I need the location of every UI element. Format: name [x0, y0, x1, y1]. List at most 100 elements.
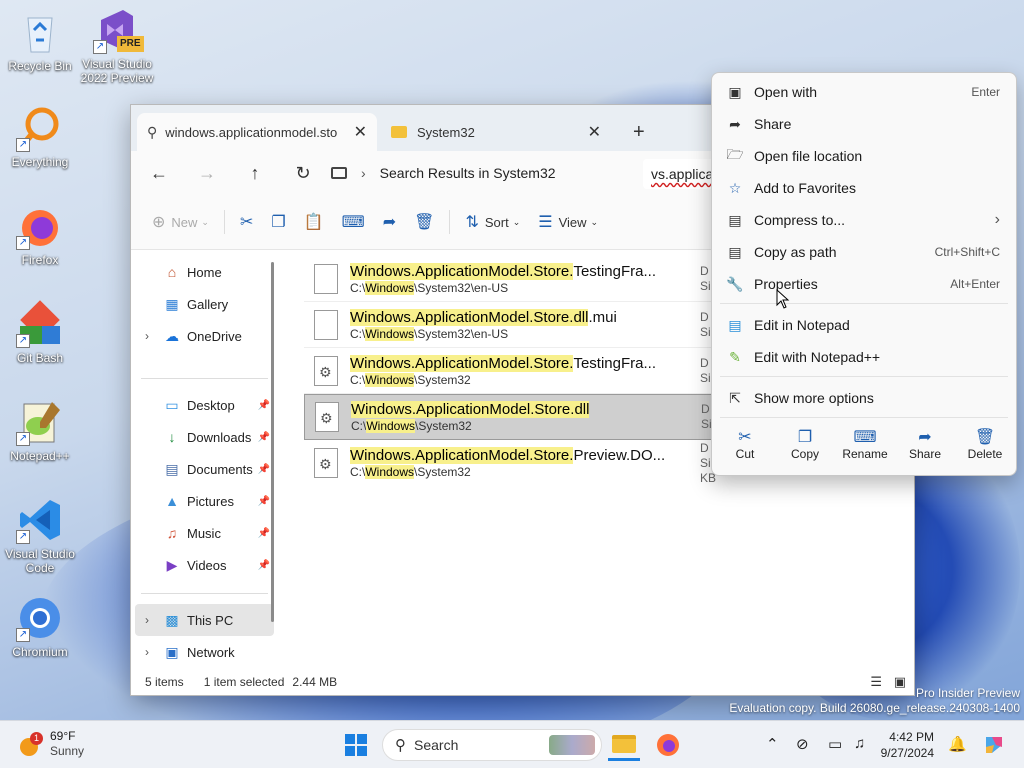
menu-item-show-more-options[interactable]: ⇱ Show more options [712, 382, 1016, 414]
quick-action-delete[interactable]: 🗑 Delete [955, 427, 1015, 461]
arrow-up-icon: ↑ [250, 162, 260, 183]
nav-downloads[interactable]: ↓ Downloads 📌 [131, 421, 278, 453]
nav-this-pc[interactable]: › ▩ This PC [135, 604, 274, 636]
menu-item-open-with[interactable]: ▣ Open with Enter [712, 76, 1016, 108]
menu-separator [720, 417, 1008, 418]
nav-onedrive[interactable]: › ☁ OneDrive [131, 320, 278, 352]
video-icon: ▶ [166, 557, 178, 573]
quick-action-rename[interactable]: ⌨ Rename [835, 427, 895, 461]
chevron-down-icon: ⌄ [590, 216, 599, 227]
pin-icon[interactable]: 📌 [258, 464, 270, 475]
desktop-icon-vscode[interactable]: ↗ Visual Studio Code [2, 496, 78, 575]
notification-bell-icon[interactable]: 🔔 [948, 735, 967, 753]
cloud-icon: ☁ [165, 328, 179, 344]
menu-item-properties[interactable]: 🔧 Properties Alt+Enter [712, 268, 1016, 300]
taskbar-search[interactable]: ⚲ Search [382, 729, 602, 761]
breadcrumb[interactable]: › Search Results in System32 [331, 165, 556, 181]
pin-icon[interactable]: 📌 [258, 432, 270, 443]
taskbar-file-explorer[interactable] [608, 729, 640, 761]
nav-pictures[interactable]: ▲ Pictures 📌 [131, 485, 278, 517]
copilot-button[interactable] [978, 729, 1010, 761]
display-icon[interactable]: ▭ [828, 735, 842, 753]
desktop-icon-visual-studio[interactable]: PRE ↗ Visual Studio 2022 Preview [79, 6, 155, 85]
desktop-icon-recycle-bin[interactable]: Recycle Bin [2, 8, 78, 73]
file-path: C:\Windows\System32\en-US [350, 326, 509, 341]
file-row[interactable]: Windows.ApplicationModel.Store.dll.mui C… [304, 302, 754, 348]
paste-button[interactable]: 📋 [295, 206, 333, 238]
menu-item-open-file-location[interactable]: 🗁 Open file location [712, 140, 1016, 172]
nav-network[interactable]: › ▣ Network [131, 636, 278, 668]
taskbar-firefox[interactable] [652, 729, 684, 761]
tab-search-results[interactable]: ⚲ windows.applicationmodel.sto ✕ [137, 113, 377, 151]
menu-item-edit-in-notepad[interactable]: ▤ Edit in Notepad [712, 309, 1016, 341]
desktop-icon-chromium[interactable]: ↗ Chromium [2, 594, 78, 659]
cut-button[interactable]: ✂ [231, 206, 262, 238]
menu-item-add-to-favorites[interactable]: ☆ Add to Favorites [712, 172, 1016, 204]
desktop-icon-git-bash[interactable]: ↗ Git Bash [2, 300, 78, 365]
copy-button[interactable]: ❐ [262, 206, 294, 238]
file-icon [314, 263, 338, 294]
quick-action-copy[interactable]: ❐ Copy [775, 427, 835, 461]
menu-item-compress-to[interactable]: ▤ Compress to... › [712, 204, 1016, 236]
new-tab-button[interactable]: + [623, 113, 663, 151]
view-list-icon: ☰ [538, 214, 553, 231]
quick-action-cut[interactable]: ✂ Cut [715, 427, 775, 461]
refresh-icon: ↻ [295, 162, 311, 183]
delete-button[interactable]: 🗑 [405, 206, 443, 238]
nav-home[interactable]: ⌂ Home [131, 256, 278, 288]
back-button[interactable]: ← [141, 157, 177, 189]
chevron-right-icon: › [145, 613, 149, 627]
notepad-icon: ▤ [728, 316, 742, 333]
desktop-icon-everything[interactable]: ↗ Everything [2, 104, 78, 169]
nav-gallery[interactable]: ▦ Gallery [131, 288, 278, 320]
nav-documents[interactable]: ▤ Documents 📌 [131, 453, 278, 485]
new-button[interactable]: ⊕ New ⌄ [143, 206, 218, 238]
search-icon: ⚲ [147, 123, 158, 140]
details-view-icon[interactable]: ☰ [870, 674, 882, 689]
clock[interactable]: 4:42 PM 9/27/2024 [872, 729, 934, 761]
desktop-icon-firefox[interactable]: ↗ Firefox [2, 202, 78, 267]
menu-item-copy-as-path[interactable]: ▤ Copy as path Ctrl+Shift+C [712, 236, 1016, 268]
windows-logo-icon [345, 734, 367, 756]
quick-action-share[interactable]: ➦ Share [895, 427, 955, 461]
nav-scrollbar[interactable] [271, 262, 274, 622]
menu-item-share[interactable]: ➦ Share [712, 108, 1016, 140]
pin-icon[interactable]: 📌 [258, 400, 270, 411]
file-path: C:\Windows\System32 [351, 419, 472, 433]
refresh-button[interactable]: ↻ [285, 157, 321, 189]
cut-icon: ✂ [738, 429, 752, 446]
weather-widget[interactable]: 1 69°F Sunny [18, 729, 84, 759]
file-name: Windows.ApplicationModel.Store.Preview.D… [350, 447, 666, 464]
close-tab-icon[interactable]: ✕ [354, 122, 367, 142]
tab-system32[interactable]: System32 ✕ [381, 113, 611, 151]
nav-desktop[interactable]: ▭ Desktop 📌 [131, 389, 278, 421]
file-row[interactable]: Windows.ApplicationModel.Store.Preview.D… [304, 440, 754, 486]
file-row-selected[interactable]: Windows.ApplicationModel.Store.dll C:\Wi… [304, 394, 754, 440]
network-icon[interactable]: ⊘ [796, 735, 809, 753]
pin-icon[interactable]: 📌 [258, 560, 270, 571]
chevron-up-icon[interactable]: ⌃ [766, 735, 779, 753]
file-row[interactable]: Windows.ApplicationModel.Store.TestingFr… [304, 348, 754, 394]
view-button[interactable]: ☰ View ⌄ [529, 206, 607, 238]
chromium-icon: ↗ [16, 594, 64, 642]
share-button[interactable]: ➦ [374, 206, 405, 238]
up-button[interactable]: ↑ [237, 157, 273, 189]
close-tab-icon[interactable]: ✕ [588, 122, 601, 142]
rename-button[interactable]: ⌨ [333, 206, 374, 238]
nav-videos[interactable]: ▶ Videos 📌 [131, 549, 278, 581]
forward-button[interactable]: → [189, 157, 225, 189]
copy-icon: ❐ [797, 429, 813, 446]
shortcut-arrow-icon: ↗ [16, 628, 30, 642]
pin-icon[interactable]: 📌 [258, 496, 270, 507]
volume-icon[interactable]: ♫ [854, 735, 865, 752]
network-icon: ▣ [165, 644, 179, 660]
mouse-cursor-icon [776, 289, 790, 309]
pin-icon[interactable]: 📌 [258, 528, 270, 539]
start-button[interactable] [340, 729, 372, 761]
menu-item-edit-with-notepadpp[interactable]: ✎ Edit with Notepad++ [712, 341, 1016, 373]
file-row[interactable]: Windows.ApplicationModel.Store.TestingFr… [304, 256, 754, 302]
desktop-icon-notepadpp[interactable]: ↗ Notepad++ [2, 398, 78, 463]
sort-button[interactable]: ⇅ Sort ⌄ [456, 206, 529, 238]
nav-music[interactable]: ♫ Music 📌 [131, 517, 278, 549]
tiles-view-icon[interactable]: ▣ [894, 674, 906, 689]
